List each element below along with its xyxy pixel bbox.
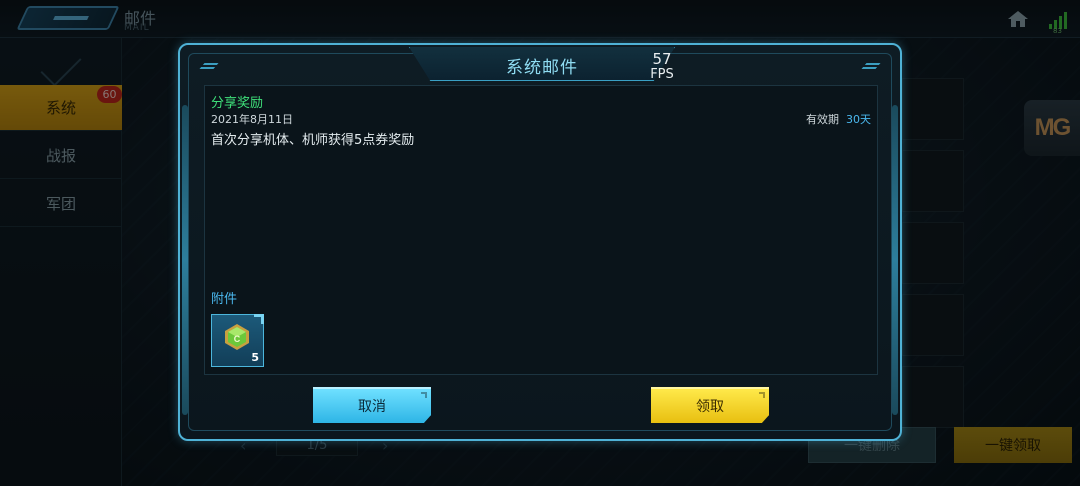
svg-text:C: C [234, 334, 241, 344]
corner-decoration [759, 392, 765, 398]
fps-counter: 57 FPS [646, 50, 678, 82]
attachment-quantity: 5 [251, 351, 259, 364]
mail-content: 分享奖励 2021年8月11日 有效期 30天 首次分享机体、机师获得5点券奖励… [204, 85, 878, 375]
fps-value: 57 [652, 50, 672, 68]
frame-rail [182, 105, 188, 415]
system-mail-dialog: 系统邮件 分享奖励 2021年8月11日 有效期 30天 首次分享机体、机师获得… [178, 43, 902, 441]
validity-value: 30天 [846, 113, 871, 126]
corner-decoration [421, 392, 427, 398]
mail-body: 首次分享机体、机师获得5点券奖励 [211, 133, 415, 148]
claim-button[interactable]: 领取 [651, 387, 769, 423]
fps-label: FPS [650, 67, 674, 82]
cancel-button-label: 取消 [358, 399, 386, 415]
dialog-title: 系统邮件 [506, 58, 578, 78]
frame-rail [892, 105, 898, 415]
mail-date: 2021年8月11日 [211, 113, 293, 126]
attachments-label: 附件 [211, 292, 238, 307]
corner-decoration [254, 314, 264, 324]
attachment-item[interactable]: C 5 [211, 314, 264, 367]
cancel-button[interactable]: 取消 [313, 387, 431, 423]
mail-subject: 分享奖励 [211, 96, 264, 111]
coupon-gem-icon: C [225, 324, 249, 350]
validity-label: 有效期 [806, 113, 839, 126]
claim-button-label: 领取 [696, 399, 724, 415]
